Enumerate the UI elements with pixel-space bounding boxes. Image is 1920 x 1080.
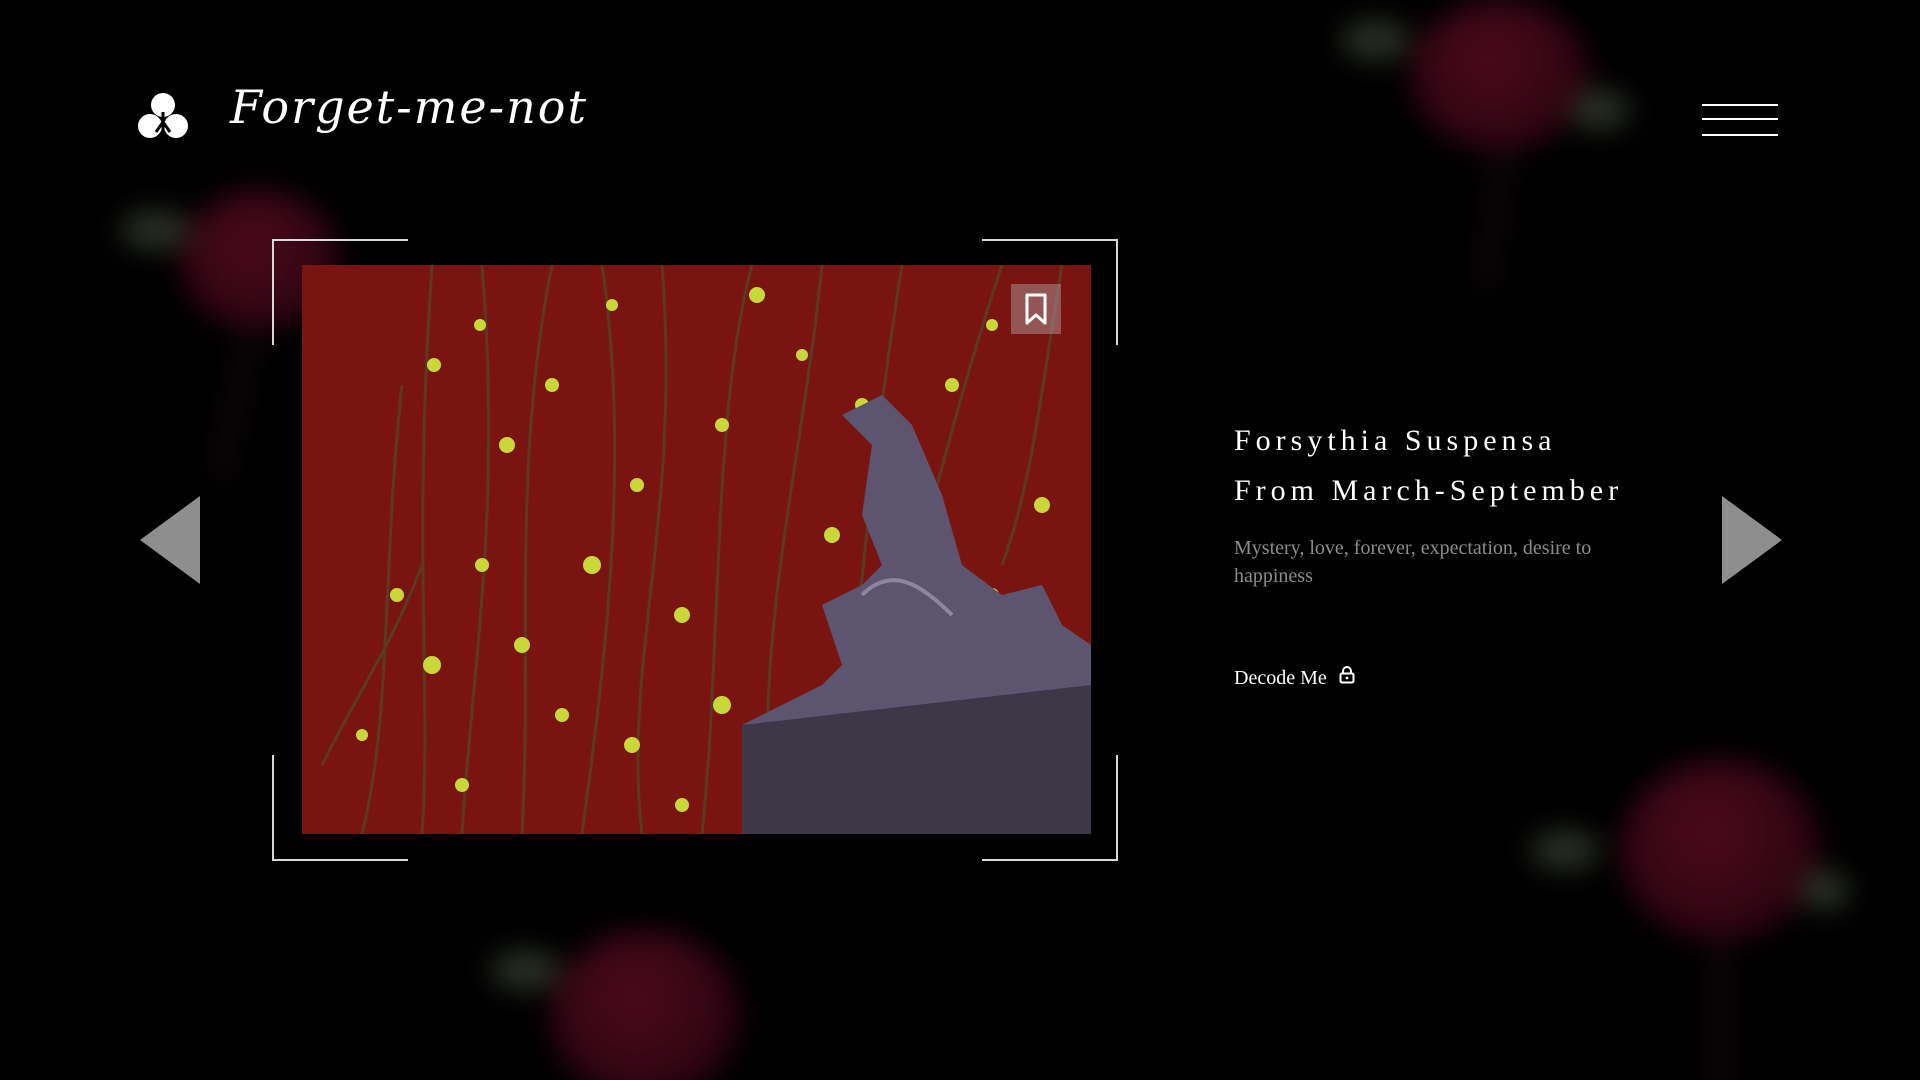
clover-logo-icon[interactable] [138, 92, 188, 140]
brand-name[interactable]: Forget-me-not [230, 80, 588, 134]
decode-me-button[interactable]: Decode Me [1234, 666, 1355, 690]
lock-icon [1339, 666, 1355, 690]
flower-meaning: Mystery, love, forever, expectation, des… [1234, 537, 1592, 587]
triangle-left-icon[interactable] [140, 496, 200, 584]
blooming-period: From March-September [1234, 474, 1624, 507]
flower-photo [302, 265, 1091, 834]
bookmark-icon[interactable] [1011, 284, 1061, 334]
decode-me-label: Decode Me [1234, 666, 1327, 689]
background-rose-bottom-right [1530, 740, 1860, 1080]
triangle-right-icon[interactable] [1722, 496, 1782, 584]
background-rose-top-right [1340, 0, 1660, 320]
background-rose-bottom-center [490, 900, 790, 1080]
flower-name: Forsythia Suspensa [1234, 424, 1557, 457]
hamburger-menu-icon[interactable] [1702, 102, 1778, 138]
